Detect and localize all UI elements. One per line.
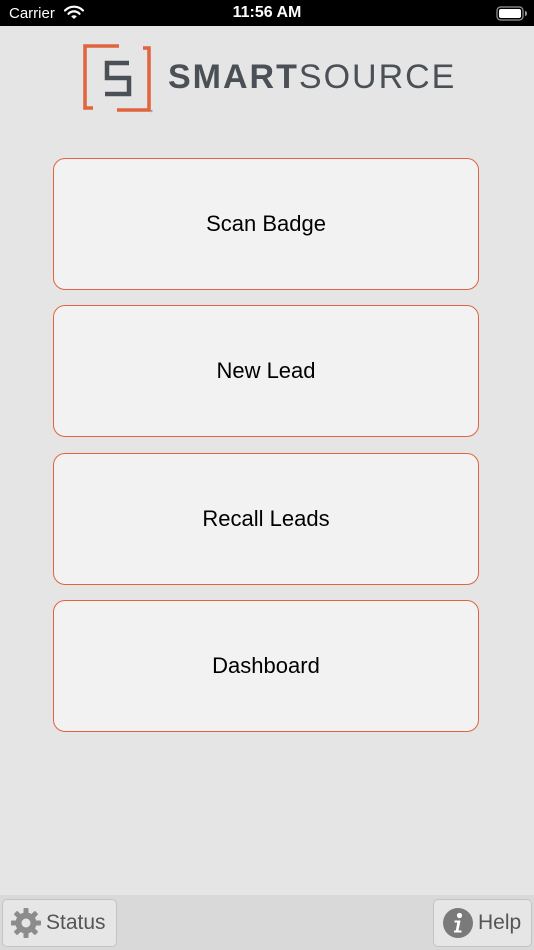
brand-name-light: SOURCE bbox=[298, 58, 457, 96]
recall-leads-button[interactable]: Recall Leads bbox=[53, 453, 479, 585]
scan-badge-button[interactable]: Scan Badge bbox=[53, 158, 479, 290]
gear-icon bbox=[11, 908, 41, 938]
trademark-mark: ™ bbox=[150, 109, 153, 114]
smartsource-logo: ™ bbox=[83, 44, 153, 114]
info-icon bbox=[443, 908, 473, 938]
dashboard-button[interactable]: Dashboard bbox=[53, 600, 479, 732]
brand-wordmark: SMARTSOURCE bbox=[168, 58, 456, 96]
new-lead-button[interactable]: New Lead bbox=[53, 305, 479, 437]
clock: 11:56 AM bbox=[232, 4, 302, 21]
help-button[interactable]: Help bbox=[433, 899, 532, 947]
brand-name-bold: SMART bbox=[168, 58, 299, 96]
bottom-toolbar: Status Help bbox=[0, 895, 534, 950]
battery-icon bbox=[496, 6, 527, 21]
status-button[interactable]: Status bbox=[2, 899, 117, 947]
status-bar: Carrier 11:56 AM bbox=[0, 0, 534, 26]
help-label: Help bbox=[478, 911, 522, 934]
status-label: Status bbox=[46, 911, 106, 934]
